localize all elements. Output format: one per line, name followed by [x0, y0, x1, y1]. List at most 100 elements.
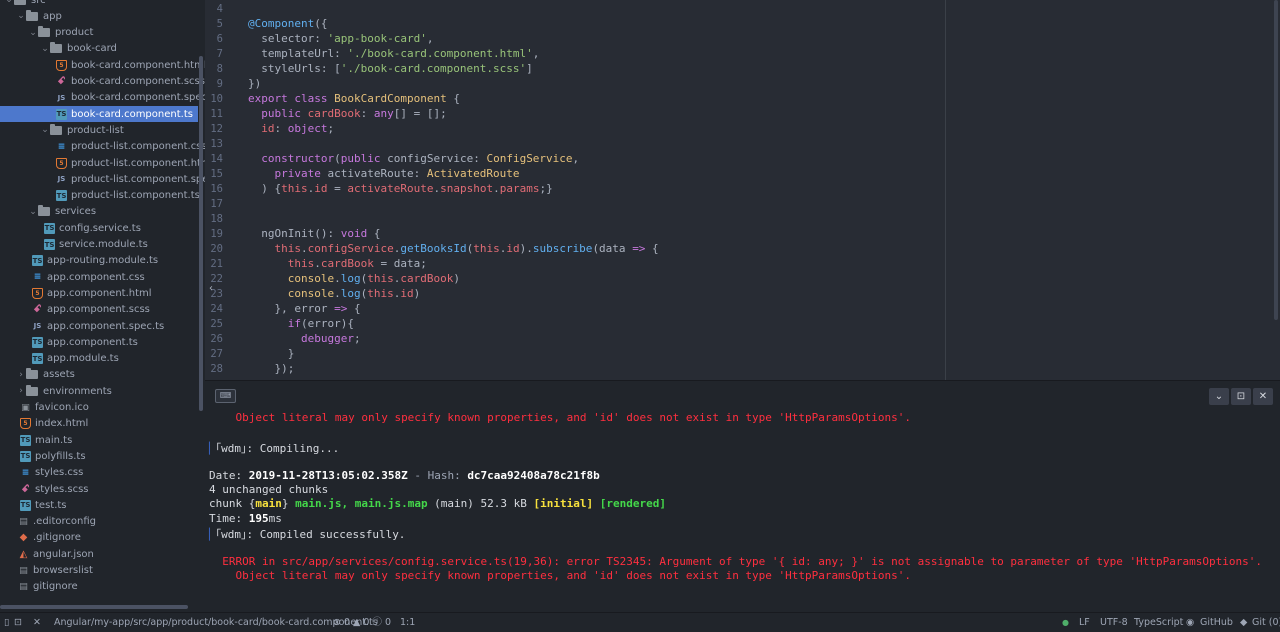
code-line[interactable]: constructor(public configService: Config… — [248, 152, 579, 165]
file-tree-item[interactable]: ▤ .editorconfig — [0, 514, 198, 530]
code-line[interactable]: if(error){ — [248, 317, 354, 330]
file-tree-item[interactable]: ▤ gitignore — [0, 579, 198, 595]
file-tree-item[interactable]: ▤ browserslist — [0, 563, 198, 579]
tree-item-label: .gitignore — [33, 532, 81, 544]
code-line[interactable]: console.log(this.id) — [248, 287, 420, 300]
code-line[interactable]: this.cardBook = data; — [248, 257, 427, 270]
code-line[interactable]: }) — [248, 77, 261, 90]
folder-tree-item[interactable]: ⌄ product — [0, 25, 198, 41]
code-line[interactable]: public cardBook: any[] = []; — [248, 107, 446, 120]
file-tree-item[interactable]: 5 index.html — [0, 416, 198, 432]
folder-tree-item[interactable]: ⌄ src — [0, 0, 198, 8]
code-line[interactable]: } — [248, 347, 295, 360]
code-line[interactable]: }); — [248, 362, 294, 375]
folder-tree-item[interactable]: › assets — [0, 367, 198, 383]
code-line[interactable]: styleUrls: ['./book-card.component.scss'… — [248, 62, 533, 75]
code-line[interactable]: private activateRoute: ActivatedRoute — [248, 167, 520, 180]
file-tree-item[interactable]: ꗃ styles.scss — [0, 481, 198, 497]
code-line[interactable]: console.log(this.cardBook) — [248, 272, 460, 285]
terminal-close-button[interactable]: ✕ — [1253, 388, 1273, 405]
close-icon[interactable]: ✕ — [33, 613, 41, 632]
tree-item-label: favicon.ico — [35, 402, 89, 413]
status-dot-icon: ● — [1062, 618, 1069, 627]
file-tree-item[interactable]: ꗃ app.component.scss — [0, 302, 198, 318]
code-line[interactable]: }, error => { — [248, 302, 360, 315]
file-tree-item[interactable]: ▣ favicon.ico — [0, 400, 198, 416]
code-line[interactable]: ) {this.id = activateRoute.snapshot.para… — [248, 182, 552, 195]
line-ending[interactable]: LF — [1079, 613, 1090, 632]
code-line[interactable]: @Component({ — [248, 17, 327, 30]
file-tree-item[interactable]: JS app.component.spec.ts — [0, 318, 198, 334]
chevron-down-icon[interactable]: ⌄ — [16, 11, 26, 21]
file-tree-item[interactable]: 5 product-list.component.html — [0, 155, 205, 171]
chevron-right-icon[interactable]: › — [16, 370, 26, 380]
editor-scrollbar[interactable] — [1274, 0, 1278, 320]
file-tree-item[interactable]: TS app-routing.module.ts — [0, 253, 198, 269]
file-tree-item[interactable]: ≡ styles.css — [0, 465, 198, 481]
terminal-panel[interactable]: ⌨ ⌄ ⊡ ✕ Object literal may only specify … — [205, 380, 1280, 612]
file-tree-item[interactable]: 5 book-card.component.html — [0, 57, 205, 73]
chevron-down-icon[interactable]: ⌄ — [28, 28, 38, 38]
html-icon: 5 — [56, 59, 67, 71]
file-tree-item[interactable]: ◭ angular.json — [0, 546, 198, 562]
file-tree-item[interactable]: TS app.module.ts — [0, 351, 198, 367]
terminal-toggle-icon[interactable]: ⊡ — [14, 613, 22, 632]
dock-collapse-icon[interactable]: ‹ — [205, 283, 217, 299]
code-line[interactable]: selector: 'app-book-card', — [248, 32, 433, 45]
folder-tree-item[interactable]: ⌄ services — [0, 204, 198, 220]
toggle-sidebar-icon[interactable]: ▯ — [4, 613, 9, 632]
file-path[interactable]: Angular/my-app/src/app/product/book-card… — [54, 613, 378, 632]
tree-item-label: app.component.ts — [47, 336, 138, 348]
file-tree-item[interactable]: TS main.ts — [0, 432, 198, 448]
file-tree-item[interactable]: ◆ .gitignore — [0, 530, 198, 546]
file-tree-item[interactable]: 5 app.component.html — [0, 285, 198, 301]
file-tree-item[interactable]: JS book-card.component.spec.ts — [0, 90, 205, 106]
terminal-collapse-button[interactable]: ⌄ — [1209, 388, 1229, 405]
chevron-right-icon[interactable]: › — [16, 386, 26, 396]
file-tree-item[interactable]: TS product-list.component.ts — [0, 188, 200, 204]
file-tree-item[interactable]: ≡ product-list.component.css — [0, 139, 205, 155]
code-line[interactable]: this.configService.getBooksId(this.id).s… — [248, 242, 659, 255]
file-tree-item[interactable]: TS app.component.ts — [0, 334, 198, 350]
chevron-down-icon[interactable]: ⌄ — [40, 125, 50, 135]
encoding[interactable]: UTF-8 — [1100, 613, 1128, 632]
file-tree-item[interactable]: TS service.module.ts — [0, 237, 198, 253]
tree-item-label: main.ts — [35, 434, 73, 446]
chevron-down-icon[interactable]: ⌄ — [28, 207, 38, 217]
folder-tree-item[interactable]: › environments — [0, 383, 198, 399]
keyboard-icon[interactable]: ⌨ — [215, 389, 236, 403]
code-line[interactable]: templateUrl: './book-card.component.html… — [248, 47, 539, 60]
file-tree-item[interactable]: TS test.ts — [0, 497, 198, 513]
file-tree-item[interactable]: ꗃ book-card.component.scss — [0, 74, 205, 90]
github-button[interactable]: GitHub — [1200, 613, 1233, 632]
terminal-maximize-button[interactable]: ⊡ — [1231, 388, 1251, 405]
folder-tree-item[interactable]: ⌄ book-card — [0, 41, 198, 57]
line-number: 21 — [210, 258, 223, 270]
code-editor[interactable]: 4 5 6 7 8 9 10 11 12 13 14 15 16 17 18 19 20 21 22 23 24 25 26… — [205, 0, 1280, 380]
git-button[interactable]: Git (0) — [1252, 613, 1280, 632]
line-number: 9 — [216, 78, 223, 90]
cursor-position[interactable]: 1:1 — [400, 613, 415, 632]
folder-tree-item[interactable]: ⌄ app — [0, 8, 198, 24]
file-tree-item[interactable]: ≡ app.component.css — [0, 269, 198, 285]
folder-tree-item[interactable]: ⌄ product-list — [0, 122, 198, 138]
code-line[interactable]: ngOnInit(): void { — [248, 227, 380, 240]
grammar[interactable]: TypeScript — [1134, 613, 1183, 632]
tree-item-label: app.component.css — [47, 271, 145, 283]
code-line[interactable]: debugger; — [248, 332, 361, 345]
chevron-down-icon[interactable]: ⌄ — [4, 0, 14, 5]
chevron-down-icon[interactable]: ⌄ — [40, 44, 50, 54]
sidebar-horizontal-scrollbar[interactable] — [0, 605, 188, 609]
diagnostics-count[interactable]: ⊗ 0 ▲ 0 ⓘ 0 — [333, 613, 391, 632]
file-tree-item[interactable]: JS product-list.component.spec.ts — [0, 171, 205, 187]
file-tree-item[interactable]: TS book-card.component.ts — [0, 106, 198, 123]
file-tree-item[interactable]: TS config.service.ts — [0, 220, 198, 236]
line-number: 14 — [210, 153, 223, 165]
tree-item-label: services — [55, 206, 97, 218]
line-number: 7 — [216, 48, 223, 60]
angular-icon: ◭ — [19, 548, 28, 560]
sidebar-scrollbar[interactable] — [199, 56, 203, 411]
code-line[interactable]: id: object; — [248, 122, 334, 135]
file-tree-item[interactable]: TS polyfills.ts — [0, 448, 198, 464]
code-line[interactable]: export class BookCardComponent { — [248, 92, 460, 105]
